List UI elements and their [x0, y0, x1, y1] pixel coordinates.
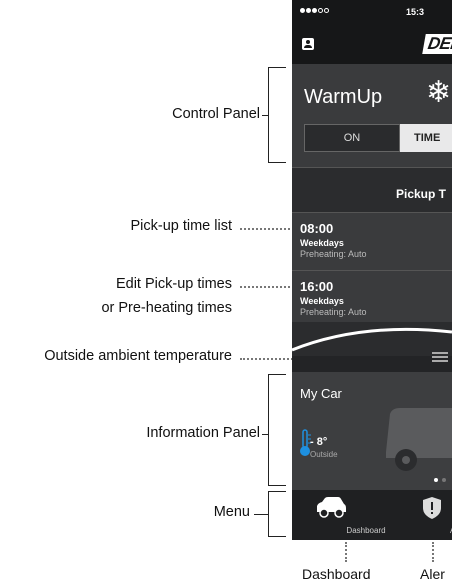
top-navigation-bar: DEF: [292, 26, 452, 64]
brand-logo: DEF: [422, 34, 452, 54]
control-panel-bracket: [268, 67, 286, 163]
annotation-menu: Menu: [213, 504, 250, 520]
status-bar: 15:3: [292, 0, 452, 26]
annotation-information-panel: Information Panel: [146, 425, 260, 441]
pickup-row[interactable]: 08:00 Weekdays Preheating: Auto: [292, 212, 452, 272]
pickup-header-title: Pickup T: [396, 187, 447, 201]
information-panel: My Car - 8° Outside: [292, 372, 452, 490]
pickup-time: 16:00: [300, 279, 334, 294]
annotation-edit-line1: Edit Pick-up times: [115, 276, 232, 292]
car-name: My Car: [300, 386, 342, 401]
pickup-preheat: Preheating: Auto: [300, 307, 367, 317]
mode-title: WarmUp: [304, 86, 383, 108]
tab-alerts-label: Alert: [440, 526, 452, 535]
tab-dashboard-label: Dashboard: [346, 526, 386, 535]
annotation-outside-temp: Outside ambient temperature: [44, 348, 232, 364]
menu-handle-icon[interactable]: [432, 352, 448, 362]
bottom-menu: Dashboard Alert: [292, 490, 452, 540]
pickup-list-header: Pickup T: [292, 180, 452, 208]
on-button[interactable]: ON: [304, 124, 400, 152]
tab-dashboard[interactable]: Dashboard: [296, 490, 386, 540]
page-indicator: [434, 478, 446, 482]
tab-alerts[interactable]: Alert: [410, 490, 452, 540]
control-panel: WarmUp ❄ ON TIME: [292, 64, 452, 168]
car-icon: [317, 497, 346, 518]
outside-temp-leader: [240, 358, 300, 360]
snowflake-icon: ❄: [426, 76, 452, 109]
mode-toggle: ON TIME: [304, 124, 452, 152]
outside-temperature: - 8°: [310, 436, 328, 448]
car-silhouette-icon: [386, 408, 452, 471]
menu-bracket: [268, 491, 286, 537]
annotation-edit-line2: or Pre-heating times: [101, 300, 232, 316]
status-time: 15:3: [406, 7, 425, 17]
menu-tick: [254, 514, 268, 515]
alerts-leader: [432, 542, 434, 562]
panel-divider-swoosh: [292, 322, 452, 372]
alert-shield-icon: [423, 497, 441, 519]
pickup-days: Weekdays: [300, 296, 344, 306]
annotation-control-panel: Control Panel: [172, 106, 260, 122]
pickup-time: 08:00: [300, 221, 334, 236]
control-panel-tick: [262, 115, 268, 116]
information-panel-bracket: [268, 374, 286, 486]
annotation-pickup-list: Pick-up time list: [130, 218, 232, 234]
edit-leader: [240, 286, 290, 288]
pickup-days: Weekdays: [300, 238, 344, 248]
annotation-dashboard: Dashboard: [302, 566, 371, 582]
pickup-preheat: Preheating: Auto: [300, 249, 367, 259]
outside-temperature-label: Outside: [310, 450, 338, 459]
pickup-list-leader: [240, 228, 290, 230]
timer-button[interactable]: TIME: [400, 124, 452, 152]
pickup-row[interactable]: 16:00 Weekdays Preheating: Auto: [292, 270, 452, 330]
annotation-alerts: Aler: [420, 566, 445, 582]
phone-screen: 15:3 DEF WarmUp ❄ ON TIME Pickup T 08:00…: [292, 0, 452, 540]
signal-strength-icon: [300, 8, 329, 13]
profile-icon[interactable]: [302, 38, 314, 50]
information-panel-tick: [262, 434, 268, 435]
dashboard-leader: [345, 542, 347, 562]
